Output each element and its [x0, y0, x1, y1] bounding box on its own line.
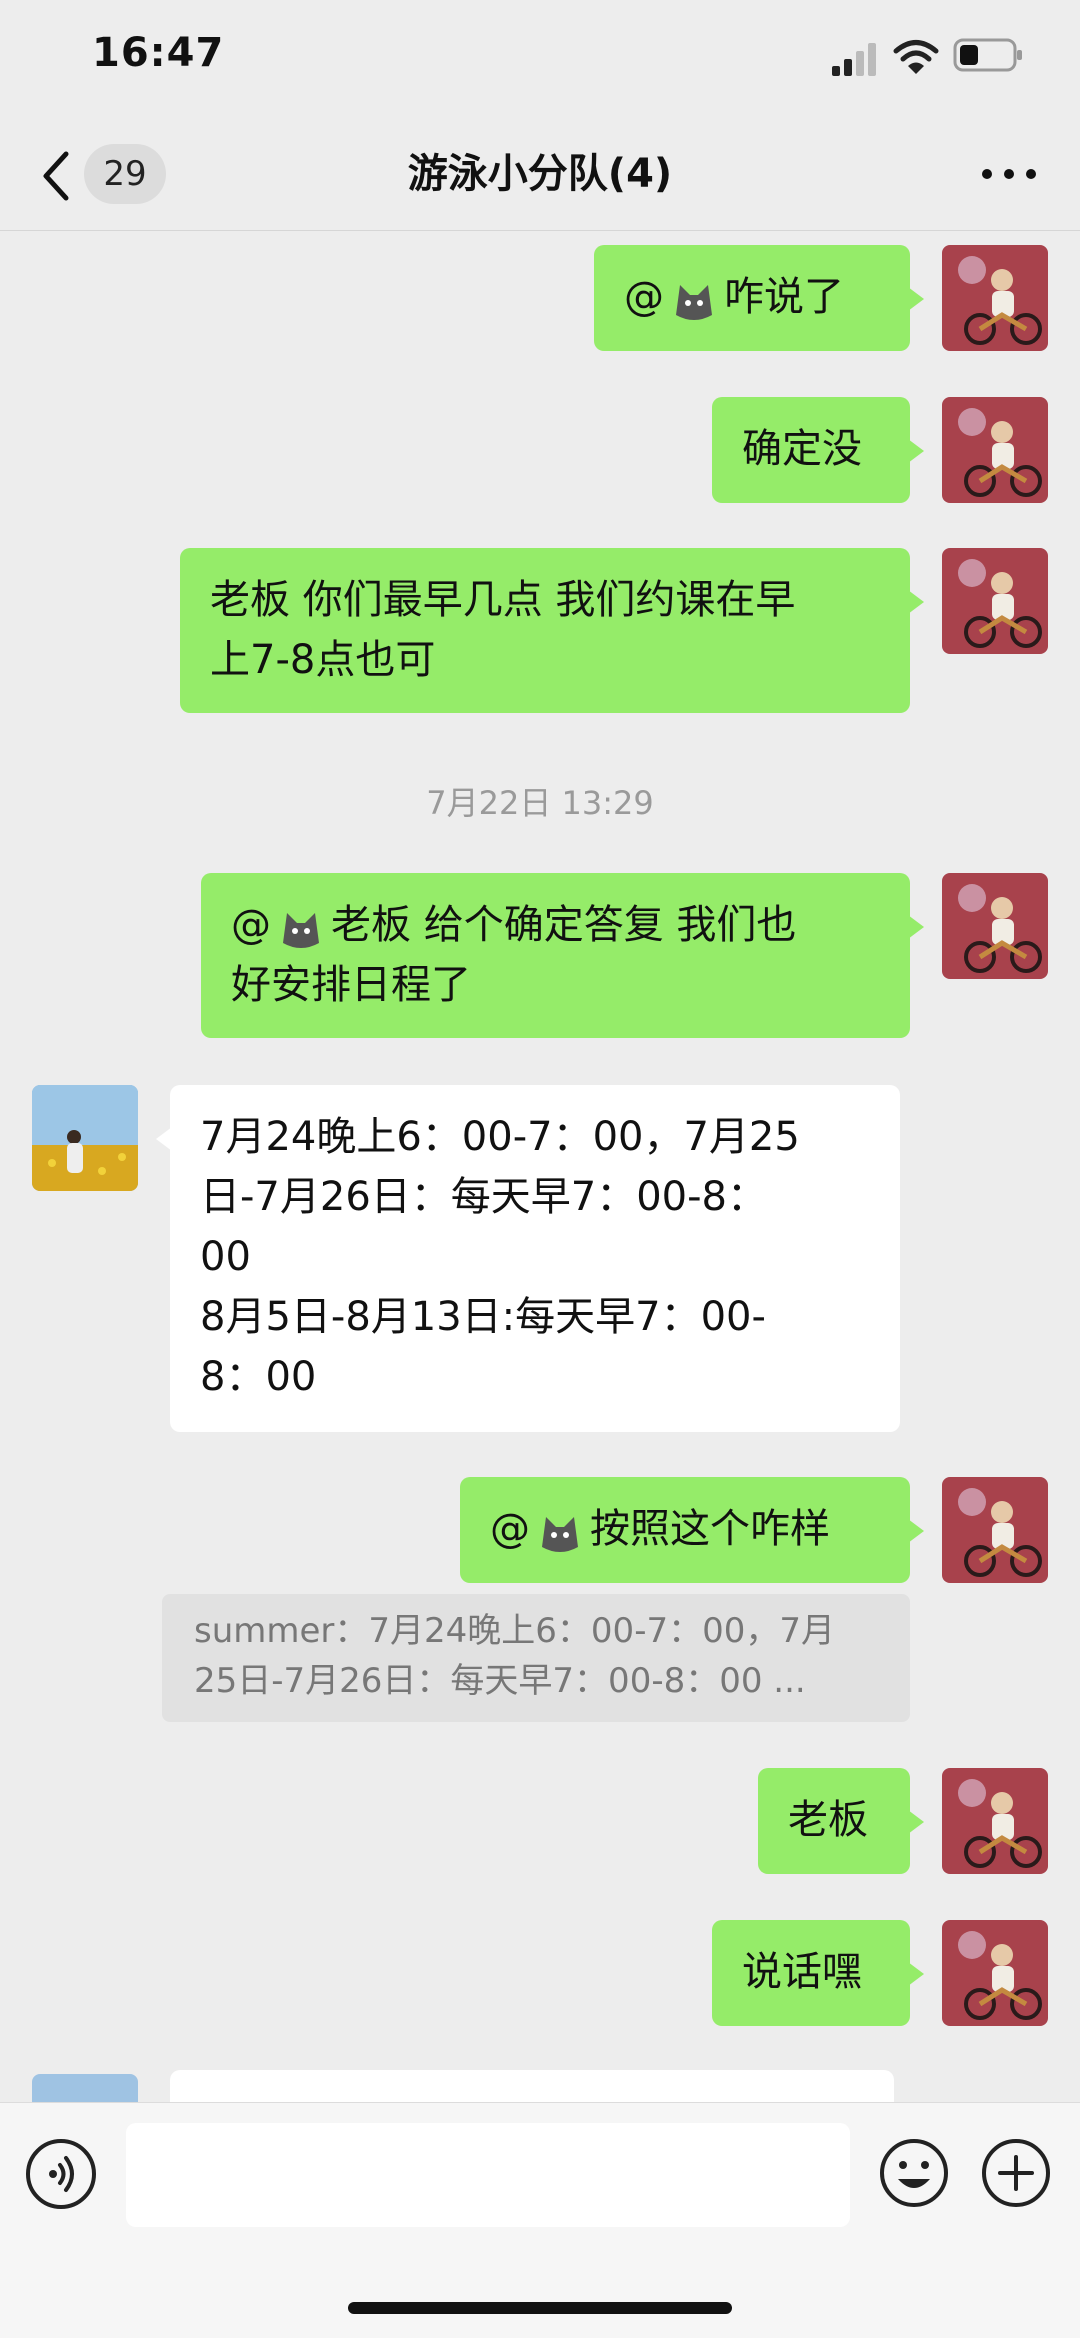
avatar-icon: [958, 1931, 1042, 2020]
battery-icon: [953, 38, 1022, 72]
avatar-icon: [958, 559, 1042, 648]
wolf-emoji-icon: [542, 1517, 578, 1552]
message-timestamp: 7月22日 13:29: [426, 784, 654, 822]
message-bubble[interactable]: [170, 2070, 894, 2102]
message-input[interactable]: [126, 2123, 850, 2227]
voice-button[interactable]: [26, 2139, 96, 2209]
message-bubble[interactable]: 确定没: [712, 397, 924, 503]
wolf-emoji-icon: [283, 913, 319, 948]
message-bubble[interactable]: 说话嘿: [712, 1920, 924, 2026]
avatar[interactable]: [942, 245, 1048, 351]
message-bubble[interactable]: @ 按照这个咋样: [460, 1477, 924, 1583]
quoted-message[interactable]: summer：7月24晚上6：00-7：00，7月 25日-7月26日：每天早7…: [162, 1594, 910, 1722]
avatar[interactable]: [32, 1085, 138, 1191]
avatar-icon: [958, 1779, 1042, 1868]
avatar-icon: [958, 256, 1042, 345]
message-bubble[interactable]: @ 咋说了: [594, 245, 924, 351]
signal-icon: [832, 43, 876, 76]
emoji-icon[interactable]: [878, 2137, 950, 2209]
nav-bar: 29 游泳小分队(4): [0, 120, 1080, 230]
avatar[interactable]: [942, 397, 1048, 503]
avatar[interactable]: [942, 1477, 1048, 1583]
status-time: 16:47: [92, 30, 225, 76]
avatar[interactable]: [942, 1920, 1048, 2026]
avatar-icon: [958, 884, 1042, 973]
chat-title: 游泳小分队(4): [407, 151, 673, 197]
message-bubble[interactable]: @ 老板 给个确定答复 我们也 好安排日程了: [201, 873, 924, 1038]
message-bubble[interactable]: 老板 你们最早几点 我们约课在早 上7-8点也可: [180, 548, 924, 713]
wolf-emoji-icon: [676, 285, 712, 320]
message-bubble[interactable]: 老板: [758, 1768, 924, 1874]
nav-divider: [0, 230, 1080, 231]
avatar[interactable]: [32, 2074, 138, 2102]
avatar[interactable]: [942, 873, 1048, 979]
avatar-icon: [32, 1085, 138, 1191]
avatar[interactable]: [942, 548, 1048, 654]
status-bar: 16:47: [0, 0, 1080, 110]
home-indicator: [348, 2302, 732, 2314]
plus-icon[interactable]: [980, 2137, 1052, 2209]
avatar[interactable]: [942, 1768, 1048, 1874]
wifi-icon: [893, 40, 939, 74]
voice-icon: [49, 2156, 74, 2192]
avatar-icon: [958, 408, 1042, 497]
more-icon[interactable]: [978, 162, 1040, 186]
avatar-icon: [958, 1488, 1042, 1577]
message-bubble[interactable]: 7月24晚上6：00-7：00，7月25 日-7月26日：每天早7：00-8： …: [156, 1085, 900, 1432]
